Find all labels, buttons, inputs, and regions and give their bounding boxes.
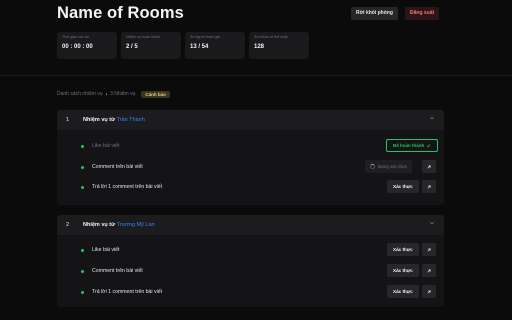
task-item-label: Trả lời 1 comment trên bài viết [92, 289, 163, 295]
stat-value: 00 : 00 : 00 [62, 44, 93, 50]
task-number: 1 [66, 117, 70, 123]
chevron-down-icon[interactable] [429, 115, 435, 123]
completed-status: Đã hoàn thành [386, 139, 438, 152]
task-list-header: Danh sách nhiệm vụ 3 Nhiệm vụ Cảnh báo [57, 89, 170, 99]
completed-label: Đã hoàn thành [393, 143, 425, 148]
bullet-icon [81, 249, 84, 252]
task-title: Nhiệm vụ từ Trần Thành [83, 117, 145, 123]
arrow-up-right-icon [427, 268, 431, 272]
page-title: Name of Rooms [57, 4, 184, 22]
stat-label: Số follow có thể nhận [254, 35, 289, 39]
arrow-up-right-icon [427, 247, 431, 251]
stat-card-follows: Số follow có thể nhận 128 [249, 32, 309, 59]
logout-button[interactable]: Đăng xuất [405, 7, 440, 20]
stat-label: Nhiệm vụ hoàn thành [126, 35, 161, 39]
chevron-down-icon[interactable] [429, 220, 435, 228]
bullet-icon [81, 186, 84, 189]
bullet-icon [81, 166, 84, 169]
open-link-button[interactable] [422, 285, 436, 298]
verify-button[interactable]: Xác thực [387, 264, 419, 277]
task-item-label: Comment trên bài viết [92, 164, 143, 170]
arrow-up-right-icon [427, 289, 431, 293]
task-item-label: Comment trên bài viết [92, 268, 143, 274]
stat-value: 128 [254, 44, 265, 50]
task-item-label: Trả lời 1 comment trên bài viết [92, 184, 163, 190]
check-icon [426, 143, 431, 148]
separator-dot [105, 93, 108, 95]
bullet-icon [81, 145, 84, 148]
stat-card-participants: Số người tham gia 13 / 54 [185, 32, 245, 59]
open-link-button[interactable] [422, 243, 436, 256]
arrow-up-right-icon [427, 164, 431, 168]
stat-value: 2 / 5 [126, 44, 138, 50]
open-link-button[interactable] [422, 180, 436, 193]
verify-button[interactable]: Xác thực [387, 243, 419, 256]
task-card: 2 Nhiệm vụ từ Trương Mỹ Lan Like bài viế… [57, 215, 444, 307]
task-title: Nhiệm vụ từ Trương Mỹ Lan [83, 222, 155, 228]
verifying-status: Đang xác thực [365, 160, 413, 173]
verify-button[interactable]: Xác thực [387, 180, 419, 193]
stat-card-time-left: Thời gian còn lại 00 : 00 : 00 [57, 32, 117, 59]
stat-value: 13 / 54 [190, 44, 209, 50]
open-link-button[interactable] [422, 160, 436, 173]
task-owner-name[interactable]: Trương Mỹ Lan [117, 222, 155, 228]
task-title-prefix: Nhiệm vụ từ [83, 222, 116, 228]
task-count: 3 Nhiệm vụ [110, 91, 136, 97]
verifying-label: Đang xác thực [378, 164, 408, 169]
task-card-header[interactable]: 2 Nhiệm vụ từ Trương Mỹ Lan [57, 215, 444, 235]
arrow-up-right-icon [427, 184, 431, 188]
stat-label: Thời gian còn lại [62, 35, 89, 39]
task-card: 1 Nhiệm vụ từ Trần Thành Like bài viết Đ… [57, 110, 444, 205]
header: Name of Rooms Rời khỏi phòng Đăng xuất T… [0, 0, 512, 76]
leave-room-button[interactable]: Rời khỏi phòng [351, 7, 398, 20]
task-item-label: Like bài viết [92, 247, 120, 253]
spinner-icon [370, 164, 375, 169]
bullet-icon [81, 291, 84, 294]
bullet-icon [81, 270, 84, 273]
task-item-label: Like bài viết [92, 143, 120, 149]
stat-label: Số người tham gia [190, 35, 220, 39]
task-title-prefix: Nhiệm vụ từ [83, 117, 116, 123]
warning-badge[interactable]: Cảnh báo [141, 90, 170, 98]
open-link-button[interactable] [422, 264, 436, 277]
task-card-header[interactable]: 1 Nhiệm vụ từ Trần Thành [57, 110, 444, 130]
task-number: 2 [66, 222, 70, 228]
task-list-heading: Danh sách nhiệm vụ [57, 91, 103, 97]
stat-card-tasks-done: Nhiệm vụ hoàn thành 2 / 5 [121, 32, 181, 59]
verify-button[interactable]: Xác thực [387, 285, 419, 298]
task-owner-name[interactable]: Trần Thành [117, 117, 145, 123]
